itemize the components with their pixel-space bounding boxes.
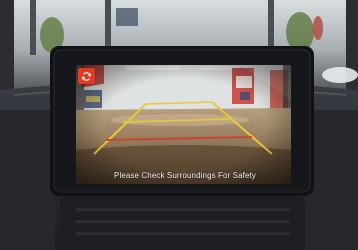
background-car xyxy=(322,67,358,83)
car-dashboard-photo xyxy=(0,0,358,250)
dashboard-panel-left xyxy=(0,110,55,250)
background-sign xyxy=(116,8,138,26)
vent-slat-1 xyxy=(75,208,290,211)
left-pillar xyxy=(0,0,14,95)
camera-switch-button[interactable] xyxy=(78,68,95,84)
vent-slat-3 xyxy=(75,232,290,235)
background-decor-red xyxy=(313,16,323,40)
vent-slat-2 xyxy=(75,220,290,223)
safety-warning-text: Please Check Surroundings For Safety xyxy=(114,171,256,180)
window-frame-left xyxy=(30,0,36,55)
camera-toggle-icon xyxy=(81,71,92,81)
